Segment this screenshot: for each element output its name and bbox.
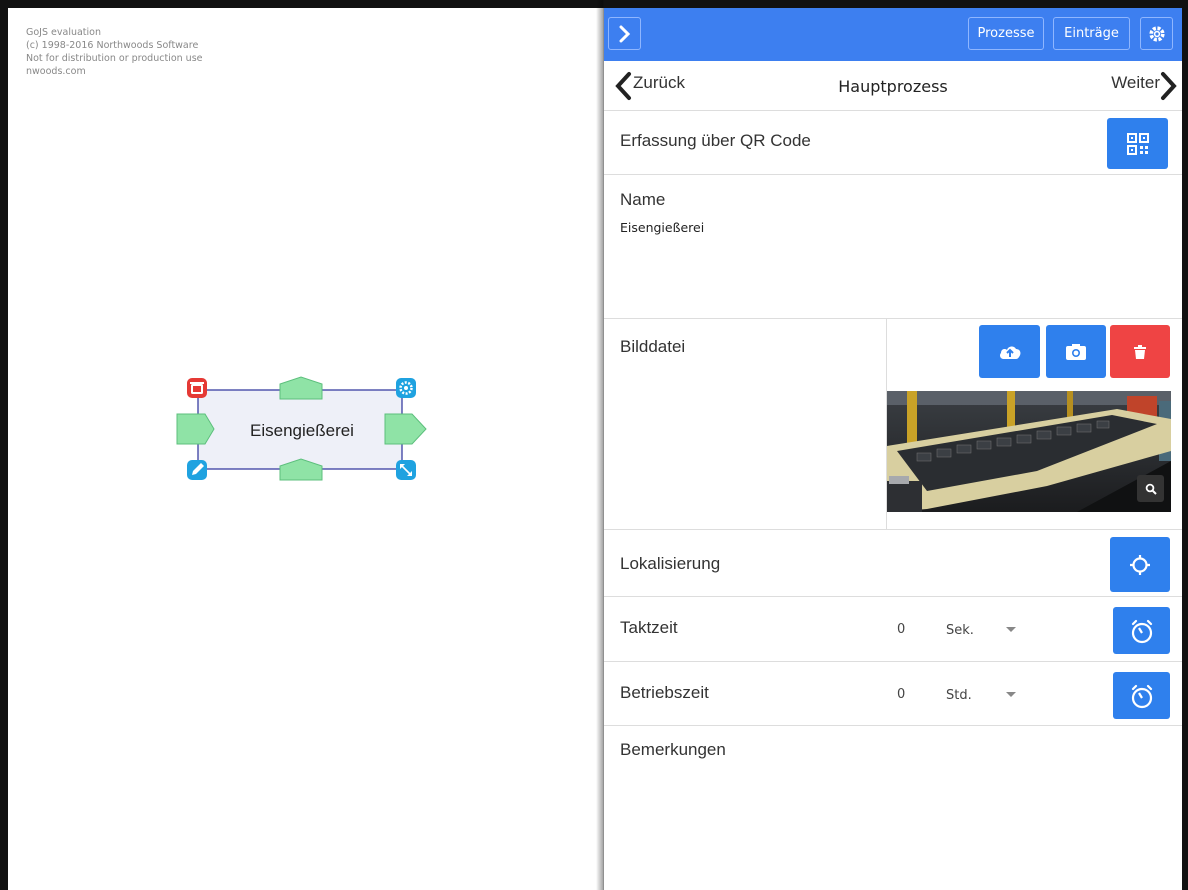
location-label: Lokalisierung — [620, 554, 721, 573]
delete-icon[interactable] — [187, 378, 207, 398]
next-link[interactable]: Weiter — [1111, 71, 1178, 101]
betrieb-unit-select[interactable]: Std. — [946, 688, 972, 703]
prozesse-button[interactable]: Prozesse — [968, 17, 1044, 50]
qr-code-icon — [1126, 132, 1149, 155]
port-right[interactable] — [384, 413, 427, 445]
delete-image-button[interactable] — [1110, 325, 1170, 378]
name-value: Eisengießerei — [620, 220, 705, 235]
gear-icon — [1148, 25, 1165, 42]
notes-field[interactable] — [620, 771, 1178, 882]
image-row: Bilddatei — [604, 319, 1182, 530]
page-title: Hauptprozess — [838, 77, 948, 96]
crosshair-icon — [1130, 554, 1150, 575]
takt-input[interactable]: 0 — [897, 622, 905, 637]
factory-photo[interactable] — [887, 391, 1171, 512]
locate-button[interactable] — [1110, 537, 1170, 592]
takt-unit-select[interactable]: Sek. — [946, 623, 974, 638]
settings-button[interactable] — [1140, 17, 1173, 50]
zoom-button[interactable] — [1137, 475, 1164, 502]
caret-down-icon — [1006, 692, 1016, 697]
eintraege-button[interactable]: Einträge — [1053, 17, 1130, 50]
gear-icon[interactable] — [396, 378, 416, 398]
qr-row: Erfassung über QR Code — [604, 111, 1182, 175]
panel-toolbar: Prozesse Einträge — [604, 8, 1182, 61]
next-label: Weiter — [1111, 73, 1160, 92]
betrieb-row: Betriebszeit 0 Std. — [604, 662, 1182, 726]
chevron-right-icon — [619, 25, 630, 42]
name-field[interactable]: Eisengießerei — [620, 220, 1178, 312]
takt-timer-button[interactable] — [1113, 607, 1170, 654]
nav-bar: Zurück Hauptprozess Weiter — [604, 61, 1182, 111]
pencil-icon[interactable] — [187, 460, 207, 480]
camera-button[interactable] — [1046, 325, 1106, 378]
betrieb-timer-button[interactable] — [1113, 672, 1170, 719]
location-row: Lokalisierung — [604, 530, 1182, 597]
stopwatch-icon — [1131, 684, 1152, 708]
factory-photo-image — [887, 391, 1171, 512]
takt-label: Taktzeit — [620, 618, 678, 637]
caret-down-icon — [1006, 627, 1016, 632]
qr-scan-button[interactable] — [1107, 118, 1168, 169]
port-top[interactable] — [279, 376, 323, 400]
notes-label: Bemerkungen — [620, 740, 726, 759]
betrieb-input[interactable]: 0 — [897, 687, 905, 702]
name-label: Name — [620, 190, 666, 209]
chevron-right-icon — [1161, 72, 1177, 100]
toggle-panel-button[interactable] — [608, 17, 641, 50]
notes-row: Bemerkungen — [604, 726, 1182, 886]
betrieb-label: Betriebszeit — [620, 683, 709, 702]
resize-icon[interactable] — [396, 460, 416, 480]
upload-button[interactable] — [979, 325, 1040, 378]
qr-label: Erfassung über QR Code — [620, 131, 811, 150]
diagram-node-layer: Eisengießerei — [176, 376, 427, 481]
takt-row: Taktzeit 0 Sek. — [604, 597, 1182, 662]
camera-icon — [1066, 343, 1086, 360]
search-icon — [1145, 483, 1157, 495]
name-row: Name Eisengießerei — [604, 175, 1182, 319]
node-label: Eisengießerei — [250, 421, 354, 440]
cloud-upload-icon — [999, 345, 1020, 359]
detail-panel: Prozesse Einträge Zurück Hauptprozess We… — [604, 0, 1188, 890]
trash-icon — [1134, 344, 1146, 359]
stopwatch-icon — [1131, 619, 1152, 643]
image-label: Bilddatei — [620, 337, 686, 356]
